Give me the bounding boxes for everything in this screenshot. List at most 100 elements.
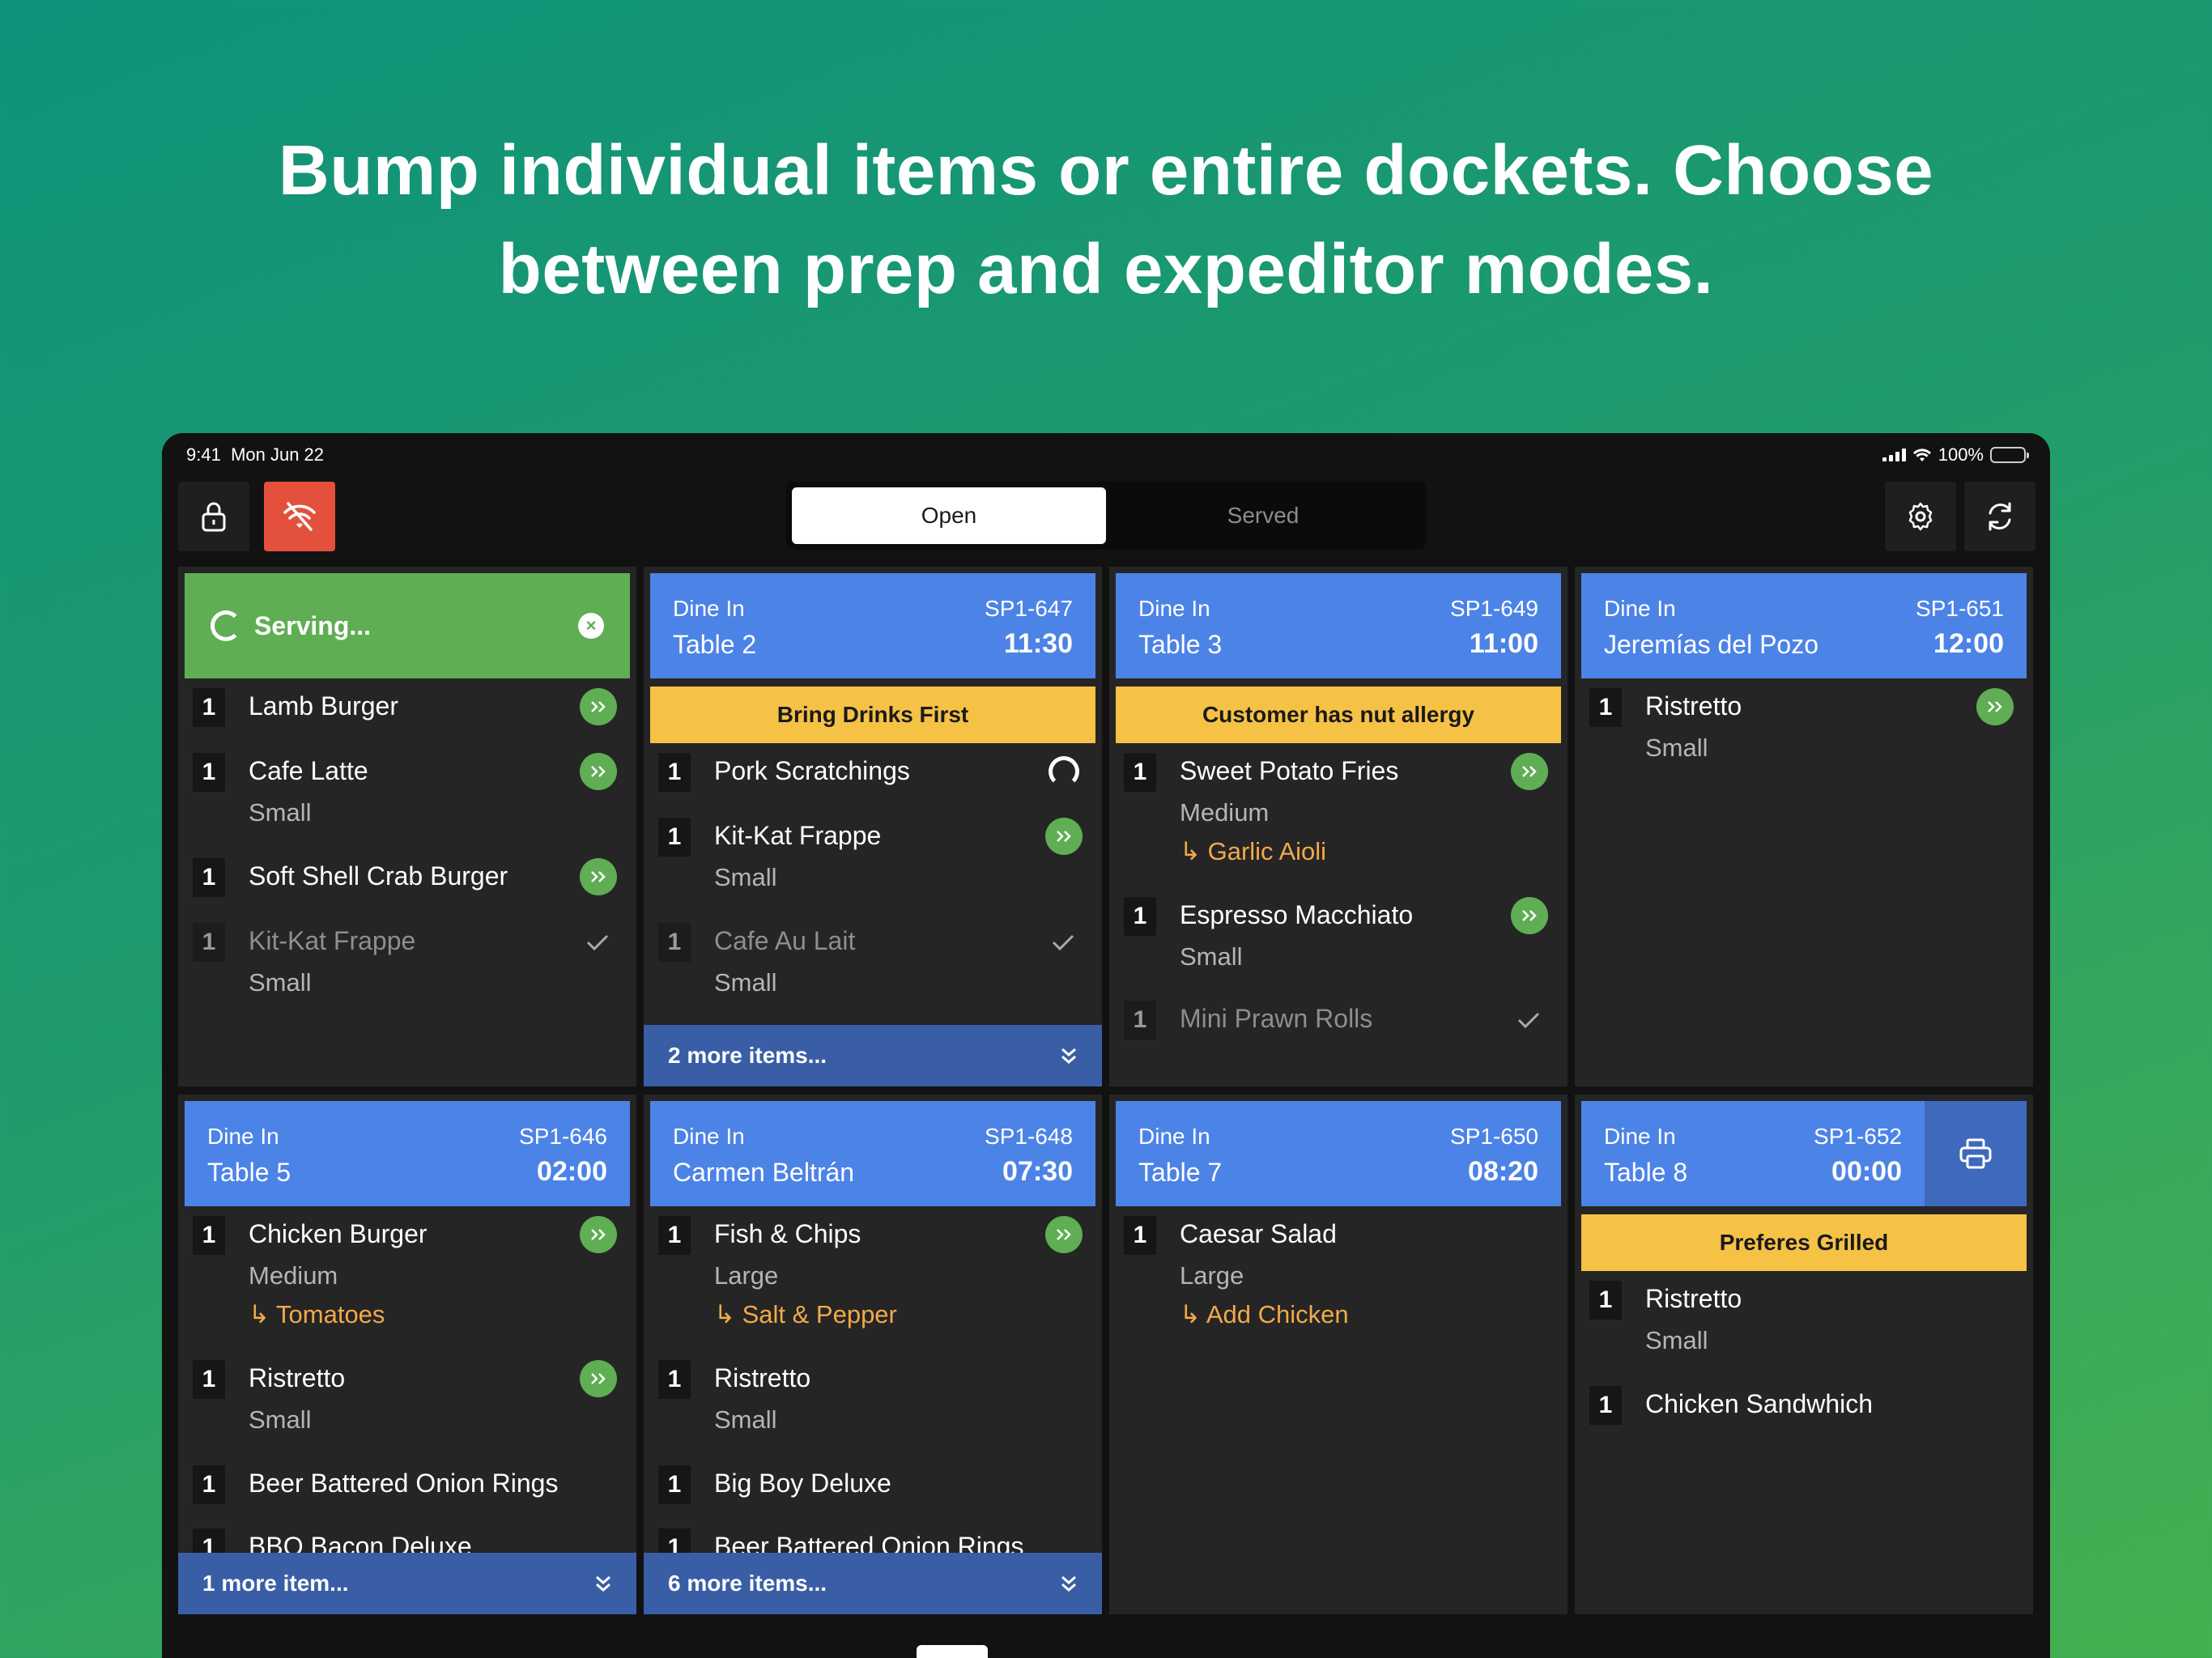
item-modifier: Large <box>1180 1261 1244 1290</box>
status-bar: 9:41 Mon Jun 22 100% <box>186 444 2029 472</box>
tab-open[interactable]: Open <box>792 487 1106 544</box>
item-quantity: 1 <box>193 923 225 962</box>
docket-id: SP1-648 <box>985 1124 1073 1149</box>
docket-id: SP1-647 <box>985 596 1073 621</box>
order-type: Dine In <box>1138 596 1210 621</box>
item-name: Cafe Au Lait <box>714 926 856 955</box>
item-name: Kit-Kat Frappe <box>714 821 882 850</box>
item-sub-modifier: ↳ Garlic Aioli <box>1180 837 1327 865</box>
docket-card[interactable]: Dine In SP1-648 Carmen Beltrán 07:30 1 F… <box>644 1095 1102 1614</box>
item-modifier: Small <box>249 1405 312 1434</box>
table-name: Table 7 <box>1138 1158 1223 1187</box>
more-items-label: 1 more item... <box>202 1571 349 1596</box>
lock-button[interactable] <box>178 482 249 551</box>
docket-card[interactable]: Dine In SP1-646 Table 5 02:00 1 Chicken … <box>178 1095 636 1614</box>
print-button[interactable] <box>1925 1101 2027 1206</box>
bump-item-button[interactable] <box>1045 818 1083 855</box>
more-items-button[interactable]: 6 more items... <box>644 1553 1102 1614</box>
more-items-label: 6 more items... <box>668 1571 827 1596</box>
cancel-serving-button[interactable]: × <box>578 613 604 639</box>
docket-header[interactable]: Dine In SP1-648 Carmen Beltrán 07:30 <box>650 1101 1095 1206</box>
status-right: 100% <box>1882 444 2029 466</box>
more-items-label: 2 more items... <box>668 1043 827 1068</box>
docket-header[interactable]: Dine In SP1-650 Table 7 08:20 <box>1116 1101 1561 1206</box>
docket-id: SP1-650 <box>1450 1124 1538 1149</box>
item-name: Sweet Potato Fries <box>1180 756 1399 785</box>
item-sub-modifier: ↳ Tomatoes <box>249 1300 385 1329</box>
item-modifier: Medium <box>249 1261 338 1290</box>
docket-id: SP1-651 <box>1916 596 2004 621</box>
item-name: Big Boy Deluxe <box>714 1469 891 1498</box>
item-name: Ristretto <box>249 1363 346 1392</box>
item-name: Pork Scratchings <box>714 756 910 785</box>
bump-item-button[interactable] <box>580 753 617 790</box>
tab-served[interactable]: Served <box>1106 487 1420 544</box>
more-items-button[interactable]: 2 more items... <box>644 1025 1102 1086</box>
bump-item-button[interactable] <box>1045 1216 1083 1253</box>
wifi-icon <box>1912 449 1931 461</box>
item-modifier: Small <box>714 968 777 997</box>
docket-card[interactable]: Dine In SP1-649 Table 3 11:00 Customer h… <box>1109 567 1568 1086</box>
docket-time: 11:00 <box>1469 628 1538 659</box>
item-quantity: 1 <box>193 858 225 897</box>
loading-spinner-icon <box>211 610 241 641</box>
item-modifier: Large <box>714 1261 779 1290</box>
item-quantity: 1 <box>658 1216 691 1255</box>
bump-item-button[interactable] <box>1976 688 2014 725</box>
item-modifier: Small <box>714 1405 777 1434</box>
docket-header[interactable]: Dine In SP1-646 Table 5 02:00 <box>185 1101 630 1206</box>
docket-grid: Serving... × 1 Lamb Burger 1 Cafe Latte … <box>178 567 2034 1658</box>
item-modifier: Small <box>1645 1326 1708 1354</box>
docket-note: Bring Drinks First <box>650 687 1095 743</box>
more-items-button[interactable]: 1 more item... <box>178 1553 636 1614</box>
offline-button[interactable] <box>264 482 335 551</box>
item-name: Chicken Sandwhich <box>1645 1389 1874 1418</box>
chevron-double-right-icon <box>591 1373 606 1384</box>
bump-item-button[interactable] <box>580 858 617 895</box>
ipad-screen: 9:41 Mon Jun 22 100% Open Served Serving… <box>162 433 2050 1658</box>
headline: Bump individual items or entire dockets.… <box>0 121 2212 319</box>
item-quantity: 1 <box>193 1360 225 1399</box>
headline-line-1: Bump individual items or entire dockets.… <box>278 131 1934 210</box>
serving-header[interactable]: Serving... × <box>185 573 630 678</box>
item-modifier: Small <box>1180 942 1243 971</box>
docket-header[interactable]: Dine In SP1-647 Table 2 11:30 <box>650 573 1095 678</box>
docket-card[interactable]: Dine In SP1-651 Jeremías del Pozo 12:00 … <box>1575 567 2033 1086</box>
docket-card[interactable]: Dine In SP1-650 Table 7 08:20 1 Caesar S… <box>1109 1095 1568 1614</box>
item-name: Espresso Macchiato <box>1180 900 1414 929</box>
bump-item-button[interactable] <box>1511 897 1548 934</box>
bump-item-button[interactable] <box>580 1216 617 1253</box>
item-name: Ristretto <box>1645 1284 1742 1313</box>
bump-item-button[interactable] <box>1511 753 1548 790</box>
bump-item-button[interactable] <box>580 688 617 725</box>
docket-note: Customer has nut allergy <box>1116 687 1561 743</box>
item-quantity: 1 <box>658 753 691 792</box>
docket-header[interactable]: Dine In SP1-649 Table 3 11:00 <box>1116 573 1561 678</box>
docket-card[interactable]: Dine In SP1-647 Table 2 11:30 Bring Drin… <box>644 567 1102 1086</box>
bump-item-button[interactable] <box>580 1360 617 1397</box>
item-quantity: 1 <box>1589 1386 1622 1425</box>
chevron-double-right-icon <box>1522 910 1537 921</box>
chevron-double-down-icon <box>596 1575 610 1592</box>
item-quantity: 1 <box>1124 1216 1156 1255</box>
printer-icon <box>1959 1138 1992 1169</box>
item-quantity: 1 <box>193 688 225 727</box>
chevron-double-right-icon <box>1522 766 1537 777</box>
order-type: Dine In <box>673 1124 745 1149</box>
item-quantity: 1 <box>1589 688 1622 727</box>
chevron-double-right-icon <box>591 701 606 712</box>
item-name: Mini Prawn Rolls <box>1180 1004 1373 1033</box>
docket-time: 00:00 <box>1831 1156 1902 1187</box>
item-quantity: 1 <box>193 1216 225 1255</box>
refresh-button[interactable] <box>1964 482 2035 551</box>
battery-percent: 100% <box>1938 444 1984 465</box>
docket-card[interactable]: Dine In SP1-652 Table 8 00:00 Preferes G… <box>1575 1095 2033 1614</box>
docket-card-serving[interactable]: Serving... × 1 Lamb Burger 1 Cafe Latte … <box>178 567 636 1086</box>
settings-button[interactable] <box>1885 482 1956 551</box>
docket-header[interactable]: Dine In SP1-651 Jeremías del Pozo 12:00 <box>1581 573 2027 678</box>
item-quantity: 1 <box>658 923 691 962</box>
docket-header[interactable]: Dine In SP1-652 Table 8 00:00 <box>1581 1101 1925 1206</box>
order-type: Dine In <box>1138 1124 1210 1149</box>
docket-id: SP1-646 <box>519 1124 607 1149</box>
table-name: Table 8 <box>1604 1158 1688 1187</box>
